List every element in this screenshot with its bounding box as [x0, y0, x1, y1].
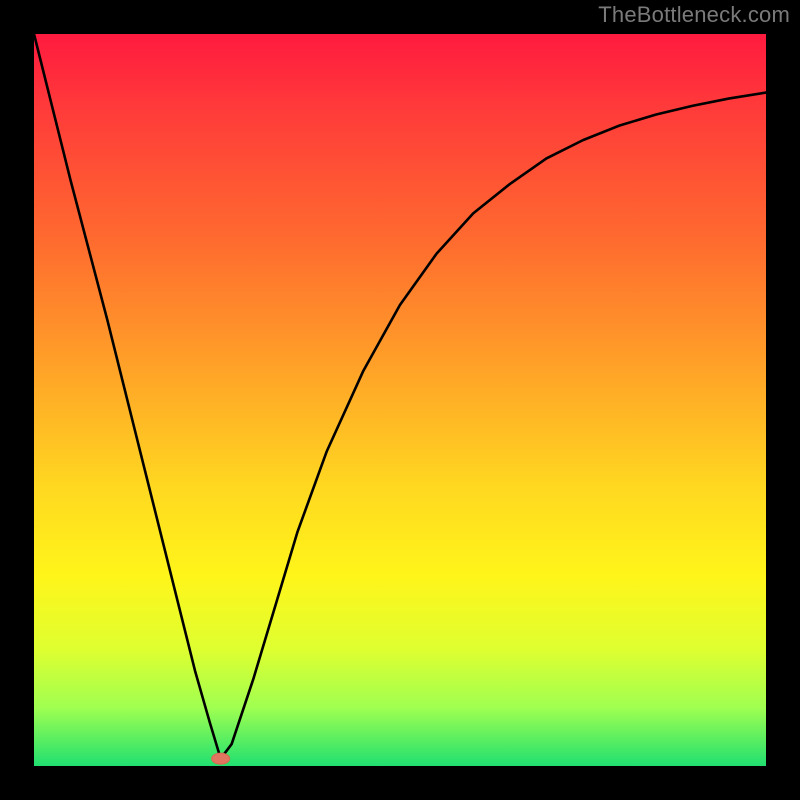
min-marker [212, 753, 230, 764]
watermark-text: TheBottleneck.com [598, 2, 790, 28]
chart-svg [34, 34, 766, 766]
chart-frame: TheBottleneck.com [0, 0, 800, 800]
bottleneck-curve [34, 34, 766, 759]
plot-area [34, 34, 766, 766]
